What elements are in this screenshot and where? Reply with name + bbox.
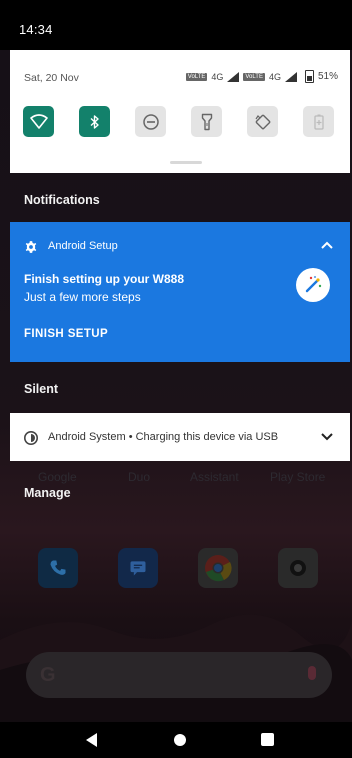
battery-icon bbox=[304, 70, 314, 83]
qs-drag-handle[interactable] bbox=[170, 161, 202, 164]
setup-body: Just a few more steps bbox=[24, 290, 141, 304]
qs-status-icons: VoLTE 4G VoLTE 4G 51% bbox=[185, 70, 338, 83]
mic-icon bbox=[308, 666, 316, 680]
back-icon[interactable] bbox=[86, 733, 97, 747]
phone-app-icon bbox=[38, 548, 78, 588]
home-icon[interactable] bbox=[174, 734, 186, 746]
camera-icon bbox=[290, 560, 306, 576]
recent-apps-icon[interactable] bbox=[261, 733, 274, 746]
qs-tile-bluetooth[interactable] bbox=[79, 106, 110, 137]
battery-saver-icon bbox=[313, 114, 324, 130]
do-not-disturb-icon bbox=[142, 113, 159, 130]
wifi-icon bbox=[29, 113, 48, 129]
system-notification-text: Android System • Charging this device vi… bbox=[48, 431, 279, 443]
chrome-icon bbox=[205, 555, 232, 582]
qs-tile-do-not-disturb[interactable] bbox=[135, 106, 166, 137]
gear-icon bbox=[25, 241, 37, 253]
background-dock bbox=[0, 548, 352, 598]
bg-app-label-google: Google bbox=[38, 470, 77, 484]
bg-app-label-duo: Duo bbox=[128, 470, 151, 484]
messages-app-icon bbox=[118, 548, 158, 588]
finish-setup-button[interactable]: FINISH SETUP bbox=[24, 328, 108, 340]
magic-wand-icon bbox=[305, 276, 322, 293]
message-icon bbox=[130, 561, 146, 576]
setup-wizard-badge bbox=[296, 268, 330, 302]
phone-icon bbox=[50, 560, 66, 575]
chrome-app-icon bbox=[198, 548, 238, 588]
network-type-sim1: 4G bbox=[211, 71, 224, 82]
bg-app-label-play-store: Play Store bbox=[270, 470, 326, 484]
android-setup-notification[interactable]: Android Setup Finish setting up your W88… bbox=[10, 222, 350, 362]
signal-icon-sim2 bbox=[284, 71, 297, 82]
bluetooth-icon bbox=[90, 114, 99, 129]
volte-badge-sim2: VoLTE bbox=[243, 72, 265, 81]
manage-notifications-button[interactable]: Manage bbox=[24, 486, 71, 500]
chevron-down-icon[interactable] bbox=[320, 432, 334, 442]
camera-app-icon bbox=[278, 548, 318, 588]
navigation-bar bbox=[0, 722, 352, 758]
chevron-up-icon[interactable] bbox=[320, 240, 334, 250]
status-time: 14:34 bbox=[19, 22, 53, 37]
screen: Google Duo Assistant Play Store G 14:34 … bbox=[0, 0, 352, 758]
quick-settings-panel[interactable]: Sat, 20 Nov VoLTE 4G VoLTE 4G 51% bbox=[10, 50, 350, 173]
qs-date[interactable]: Sat, 20 Nov bbox=[24, 72, 79, 84]
qs-tile-flashlight[interactable] bbox=[191, 106, 222, 137]
signal-icon-sim1 bbox=[227, 71, 240, 82]
setup-title: Finish setting up your W888 bbox=[24, 272, 185, 286]
silent-header: Silent bbox=[24, 382, 59, 396]
flashlight-icon bbox=[201, 113, 212, 130]
volte-badge-sim1: VoLTE bbox=[185, 72, 208, 81]
auto-rotate-icon bbox=[255, 114, 270, 129]
status-bar: 14:34 bbox=[0, 0, 352, 50]
setup-app-name: Android Setup bbox=[48, 240, 118, 252]
notifications-header: Notifications bbox=[24, 193, 100, 207]
qs-tile-battery-saver[interactable] bbox=[303, 106, 334, 137]
qs-tile-auto-rotate[interactable] bbox=[247, 106, 278, 137]
network-type-sim2: 4G bbox=[268, 71, 281, 82]
android-system-icon bbox=[24, 431, 38, 445]
google-g-icon: G bbox=[40, 664, 56, 686]
battery-percent: 51% bbox=[317, 71, 338, 82]
bg-app-label-assistant: Assistant bbox=[190, 470, 239, 484]
background-search-bar: G bbox=[26, 652, 332, 698]
android-system-notification[interactable]: Android System • Charging this device vi… bbox=[10, 413, 350, 461]
qs-tile-wifi[interactable] bbox=[23, 106, 54, 137]
